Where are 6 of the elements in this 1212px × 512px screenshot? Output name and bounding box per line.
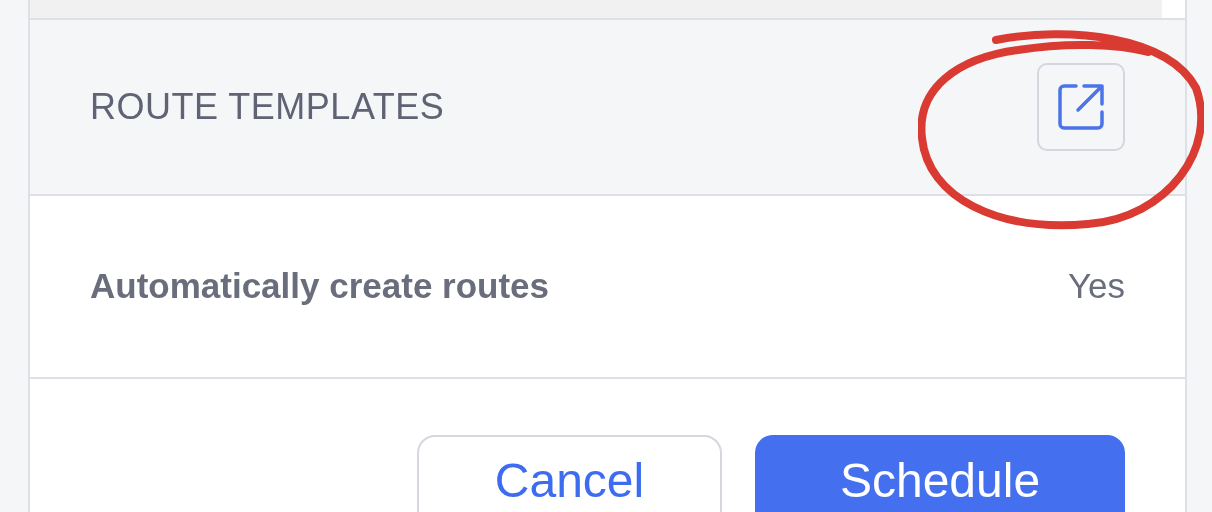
open-external-button[interactable] [1037, 63, 1125, 151]
cancel-button[interactable]: Cancel [417, 435, 722, 512]
schedule-button[interactable]: Schedule [755, 435, 1125, 512]
setting-value: Yes [1067, 265, 1125, 308]
section-title: ROUTE TEMPLATES [90, 85, 445, 129]
setting-label: Automatically create routes [90, 265, 550, 308]
